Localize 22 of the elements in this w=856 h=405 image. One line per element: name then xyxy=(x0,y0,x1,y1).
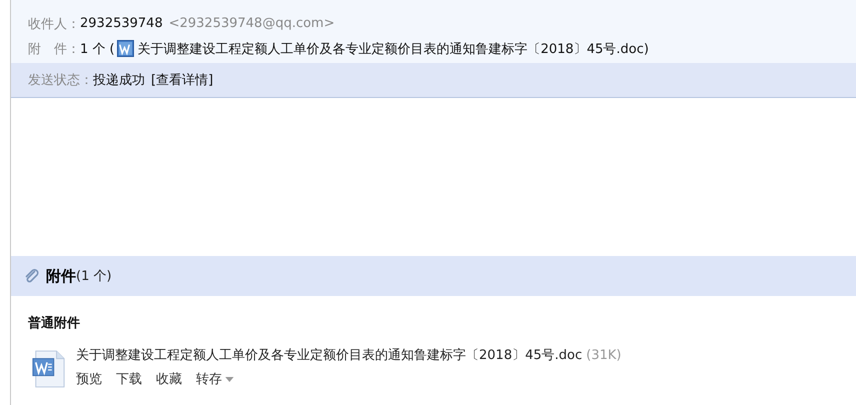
attachment-filename[interactable]: 关于调整建设工程定额人工单价及各专业定额价目表的通知鲁建标字〔2018〕45号.doc xyxy=(76,348,582,363)
recipient-label: 收件人： xyxy=(28,16,80,32)
attachment-label: 附 件： xyxy=(28,40,80,58)
attachments-title: 附件 xyxy=(46,266,76,286)
details-link[interactable]: [查看详情] xyxy=(151,71,214,89)
file-size: (31K) xyxy=(586,348,622,363)
recipient-name: 2932539748 xyxy=(80,16,163,31)
file-action-link[interactable]: 预览 xyxy=(76,370,102,388)
status-value: 投递成功 xyxy=(93,72,145,89)
word-document-icon xyxy=(116,40,134,57)
attachment-count: 1 个 ( xyxy=(80,40,115,58)
attachment-file-link[interactable]: 关于调整建设工程定额人工单价及各专业定额价目表的通知鲁建标字〔2018〕45号.doc) xyxy=(138,40,649,58)
attachments-count: (1 个) xyxy=(76,268,112,285)
caret-icon xyxy=(225,376,234,382)
file-action-link[interactable]: 收藏 xyxy=(156,370,182,388)
recipient-address: <2932539748@qq.com> xyxy=(168,16,335,31)
file-action-link[interactable]: 下载 xyxy=(116,370,142,388)
paperclip-icon xyxy=(24,268,40,284)
file-action-link[interactable]: 转存 xyxy=(196,370,234,388)
word-file-icon xyxy=(32,350,66,388)
status-label: 发送状态： xyxy=(28,72,93,89)
group-title: 普通附件 xyxy=(28,314,81,332)
